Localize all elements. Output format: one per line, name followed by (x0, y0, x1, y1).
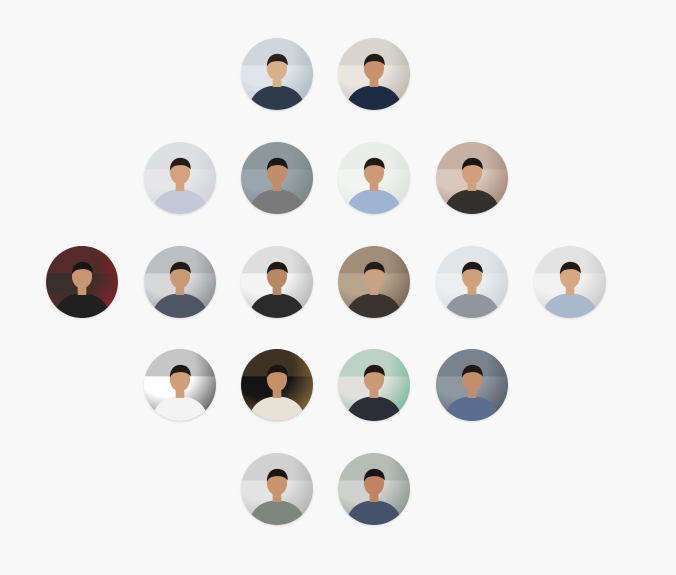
person-silhouette-icon (144, 246, 216, 318)
person-silhouette-icon (338, 142, 410, 214)
avatar-7[interactable] (46, 246, 118, 318)
avatar-9[interactable] (241, 246, 313, 318)
person-silhouette-icon (436, 246, 508, 318)
avatar-3[interactable] (144, 142, 216, 214)
avatar-8[interactable] (144, 246, 216, 318)
person-silhouette-icon (144, 142, 216, 214)
avatar-2[interactable] (338, 38, 410, 110)
avatar-15[interactable] (338, 349, 410, 421)
avatar-1[interactable] (241, 38, 313, 110)
person-silhouette-icon (534, 246, 606, 318)
avatar-grid (0, 0, 676, 575)
avatar-14[interactable] (241, 349, 313, 421)
avatar-11[interactable] (436, 246, 508, 318)
avatar-16[interactable] (436, 349, 508, 421)
person-silhouette-icon (338, 349, 410, 421)
avatar-6[interactable] (436, 142, 508, 214)
avatar-13[interactable] (144, 349, 216, 421)
person-silhouette-icon (241, 38, 313, 110)
avatar-4[interactable] (241, 142, 313, 214)
person-silhouette-icon (338, 453, 410, 525)
avatar-12[interactable] (534, 246, 606, 318)
person-silhouette-icon (241, 246, 313, 318)
person-silhouette-icon (241, 142, 313, 214)
person-silhouette-icon (241, 349, 313, 421)
avatar-17[interactable] (241, 453, 313, 525)
person-silhouette-icon (144, 349, 216, 421)
avatar-18[interactable] (338, 453, 410, 525)
person-silhouette-icon (338, 38, 410, 110)
person-silhouette-icon (46, 246, 118, 318)
person-silhouette-icon (241, 453, 313, 525)
person-silhouette-icon (436, 349, 508, 421)
person-silhouette-icon (338, 246, 410, 318)
person-silhouette-icon (436, 142, 508, 214)
avatar-5[interactable] (338, 142, 410, 214)
avatar-10[interactable] (338, 246, 410, 318)
